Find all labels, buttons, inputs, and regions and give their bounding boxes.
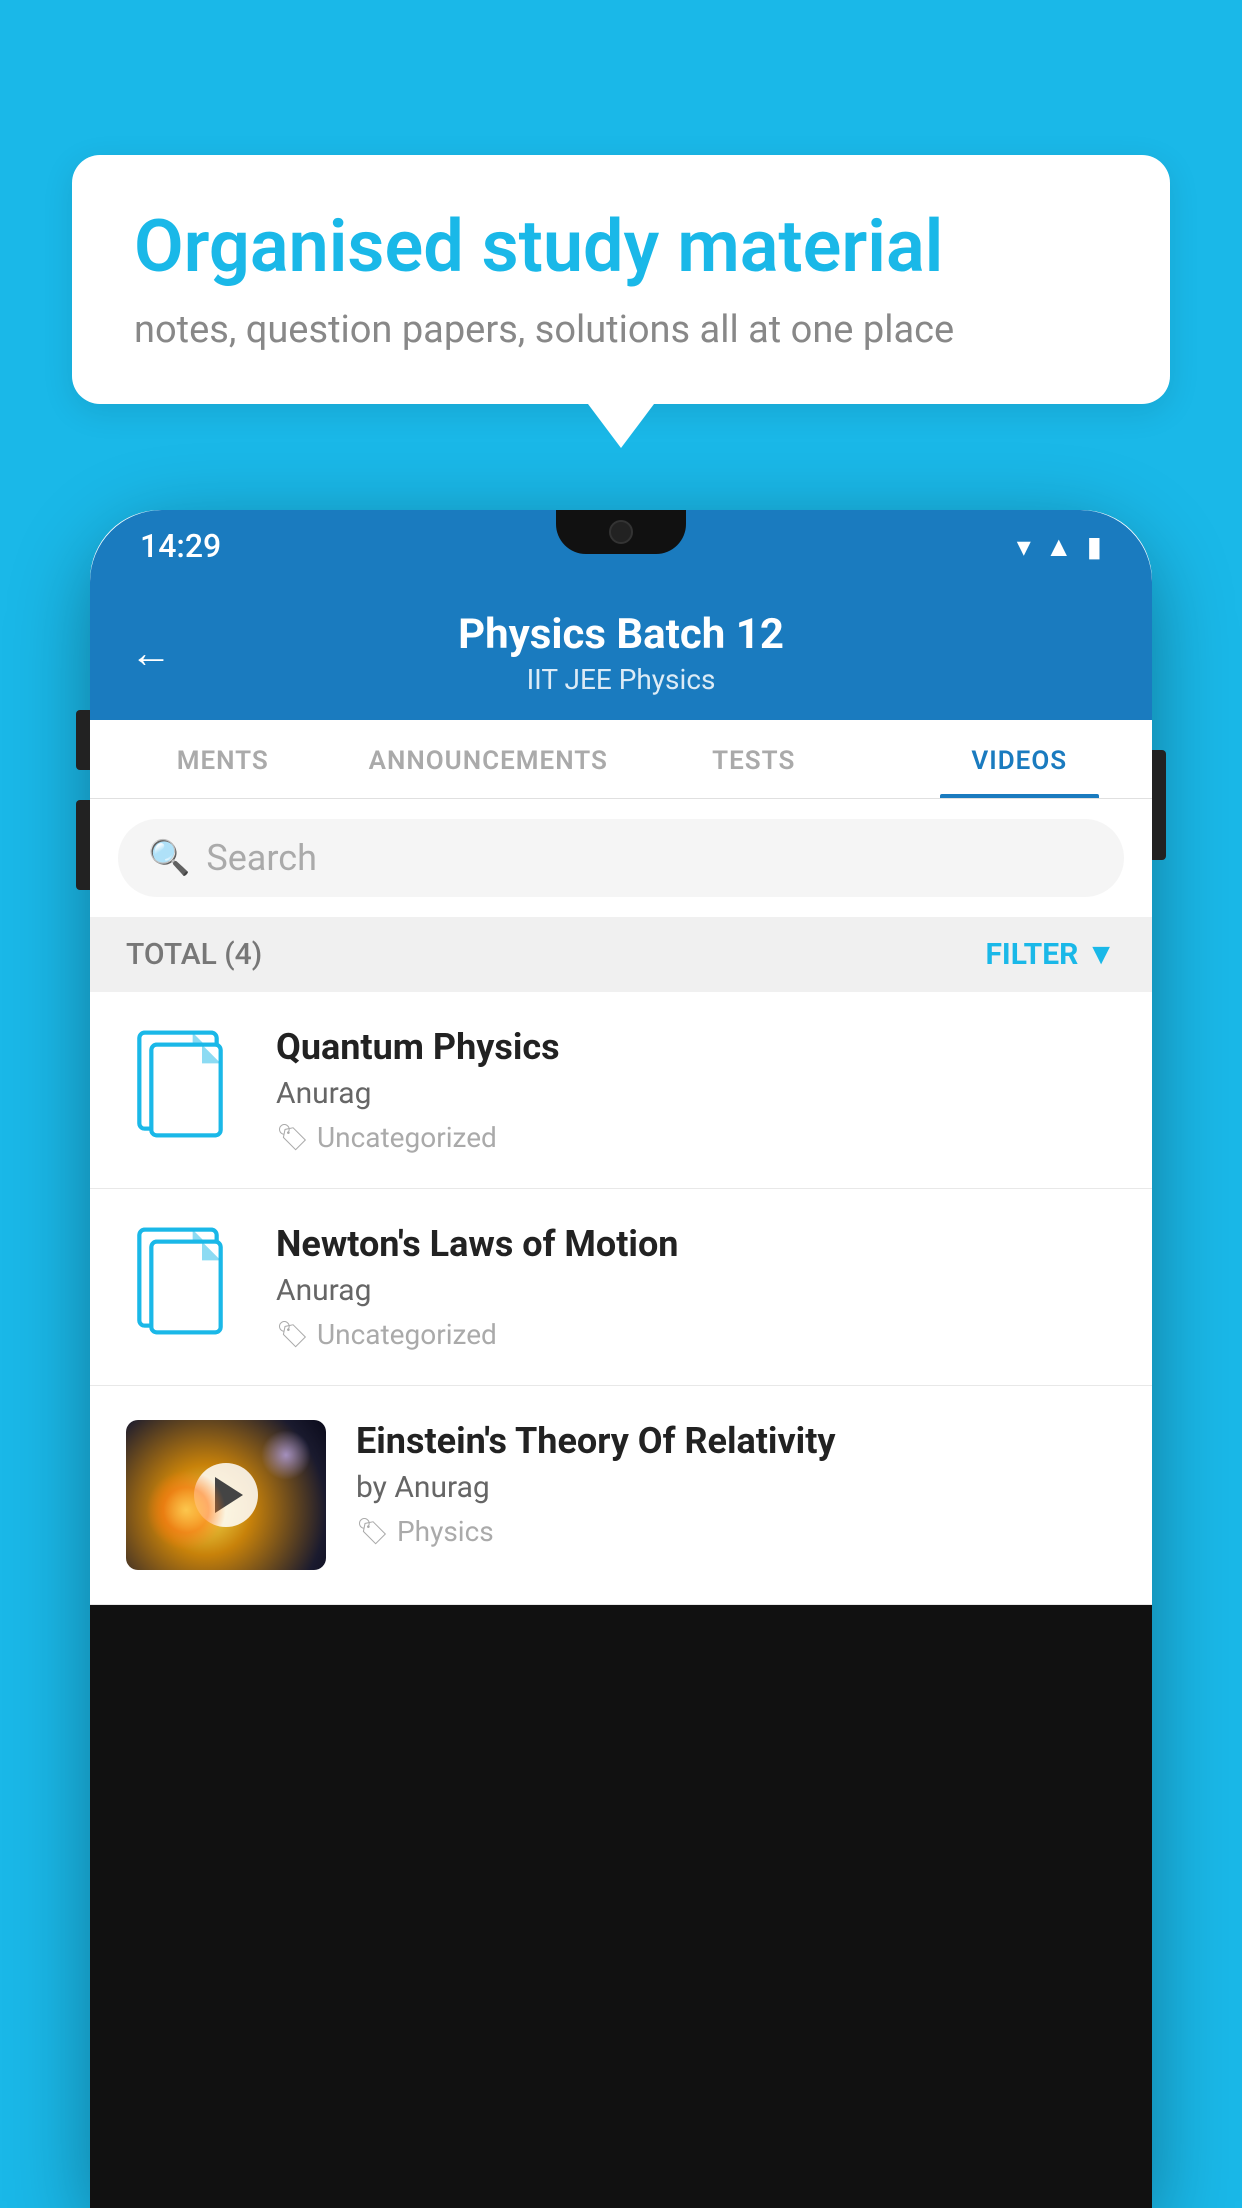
bubble-subtitle: notes, question papers, solutions all at… xyxy=(134,308,1108,352)
bubble-title: Organised study material xyxy=(134,207,1108,286)
tab-announcements[interactable]: ANNOUNCEMENTS xyxy=(356,720,622,798)
tag-icon: 🏷 xyxy=(276,1320,309,1350)
status-bar: 14:29 ▾ ▲ ▮ xyxy=(90,510,1152,582)
back-button[interactable]: ← xyxy=(130,629,172,678)
filter-icon: ▼ xyxy=(1086,937,1116,972)
tag-label: Physics xyxy=(397,1515,494,1548)
file-icon xyxy=(126,1223,246,1343)
list-item[interactable]: Newton's Laws of Motion Anurag 🏷 Uncateg… xyxy=(90,1189,1152,1386)
video-tag: 🏷 Uncategorized xyxy=(276,1121,1116,1154)
tab-tests[interactable]: TESTS xyxy=(621,720,887,798)
phone-frame: 14:29 ▾ ▲ ▮ ← Physics Batch 12 IIT JEE P… xyxy=(90,510,1152,2208)
filter-row: TOTAL (4) FILTER ▼ xyxy=(90,917,1152,992)
video-tag: 🏷 Physics xyxy=(356,1515,1116,1548)
video-title: Newton's Laws of Motion xyxy=(276,1223,1116,1265)
speech-bubble: Organised study material notes, question… xyxy=(72,155,1170,404)
video-title: Quantum Physics xyxy=(276,1026,1116,1068)
video-author: by Anurag xyxy=(356,1470,1116,1505)
wifi-icon: ▾ xyxy=(1017,530,1031,563)
tabs-bar: MENTS ANNOUNCEMENTS TESTS VIDEOS xyxy=(90,720,1152,799)
video-tag: 🏷 Uncategorized xyxy=(276,1318,1116,1351)
status-time: 14:29 xyxy=(140,527,221,565)
tag-icon: 🏷 xyxy=(356,1517,389,1547)
list-item[interactable]: Quantum Physics Anurag 🏷 Uncategorized xyxy=(90,992,1152,1189)
header-title: Physics Batch 12 xyxy=(202,610,1040,659)
video-thumb-area xyxy=(126,1223,246,1343)
video-list: Quantum Physics Anurag 🏷 Uncategorized xyxy=(90,992,1152,1605)
search-container: 🔍 Search xyxy=(90,799,1152,917)
battery-icon: ▮ xyxy=(1087,530,1102,563)
tab-ments[interactable]: MENTS xyxy=(90,720,356,798)
header-subtitle: IIT JEE Physics xyxy=(202,663,1040,696)
video-title: Einstein's Theory Of Relativity xyxy=(356,1420,1116,1462)
tag-label: Uncategorized xyxy=(317,1318,497,1351)
video-thumb-area xyxy=(126,1026,246,1146)
search-icon: 🔍 xyxy=(148,838,190,878)
file-icon xyxy=(126,1026,246,1146)
tab-videos[interactable]: VIDEOS xyxy=(887,720,1153,798)
status-icons: ▾ ▲ ▮ xyxy=(1017,530,1102,563)
signal-icon: ▲ xyxy=(1045,530,1073,563)
phone-button-left2 xyxy=(76,800,90,890)
phone-button-left1 xyxy=(76,710,90,770)
notch-camera xyxy=(609,520,633,544)
filter-button[interactable]: FILTER ▼ xyxy=(985,937,1116,972)
video-info: Einstein's Theory Of Relativity by Anura… xyxy=(356,1420,1116,1548)
video-info: Newton's Laws of Motion Anurag 🏷 Uncateg… xyxy=(276,1223,1116,1351)
tag-label: Uncategorized xyxy=(317,1121,497,1154)
filter-label: FILTER xyxy=(985,937,1078,972)
header-title-block: Physics Batch 12 IIT JEE Physics xyxy=(202,610,1040,696)
tag-icon: 🏷 xyxy=(276,1123,309,1153)
notch xyxy=(556,510,686,554)
thumb-glow2 xyxy=(261,1430,311,1480)
total-count: TOTAL (4) xyxy=(126,937,262,972)
phone-screen: 14:29 ▾ ▲ ▮ ← Physics Batch 12 IIT JEE P… xyxy=(90,510,1152,1605)
search-placeholder: Search xyxy=(206,837,317,879)
search-box[interactable]: 🔍 Search xyxy=(118,819,1124,897)
phone-button-right xyxy=(1152,750,1166,860)
thumb-glow xyxy=(146,1470,226,1550)
video-author: Anurag xyxy=(276,1273,1116,1308)
video-info: Quantum Physics Anurag 🏷 Uncategorized xyxy=(276,1026,1116,1154)
video-thumbnail xyxy=(126,1420,326,1570)
app-header: ← Physics Batch 12 IIT JEE Physics xyxy=(90,582,1152,720)
video-author: Anurag xyxy=(276,1076,1116,1111)
list-item[interactable]: Einstein's Theory Of Relativity by Anura… xyxy=(90,1386,1152,1605)
